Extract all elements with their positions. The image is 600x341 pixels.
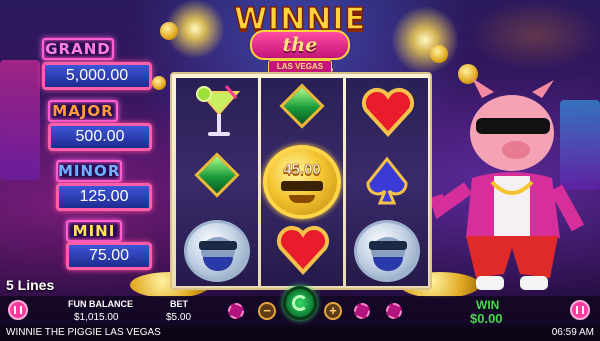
reel-symbol-pig-coin [346, 216, 428, 285]
win-value: $0.00 [470, 311, 503, 326]
reel-symbol-spade [346, 147, 428, 216]
game-scene: WINNIE the Piggie LAS VEGAS GRAND 5,000.… [0, 0, 600, 341]
background-palm-glow [470, 0, 600, 70]
heart-icon [277, 226, 329, 275]
reel-symbol-gold-coin: 45.00 [261, 145, 343, 219]
jackpot-grand-value: 5,000.00 [42, 62, 152, 90]
fun-balance-value: $1,015.00 [74, 312, 119, 323]
reel-frame: 45.00 [170, 72, 432, 290]
cocktail-icon [196, 85, 241, 136]
jackpot-minor-label: MINOR [56, 160, 122, 182]
paytable-chip-button[interactable] [386, 303, 402, 319]
settings-button[interactable] [570, 300, 590, 320]
bet-value: $5.00 [166, 312, 192, 323]
reel-symbol-cocktail [176, 78, 258, 147]
reel-symbol-heart [261, 216, 343, 285]
silver-pig-coin-icon [184, 220, 250, 282]
jackpot-grand-label: GRAND [42, 38, 114, 60]
turbo-chip-button[interactable] [354, 303, 370, 319]
floating-coin-1 [160, 22, 178, 40]
paylines-label: 5 Lines [6, 277, 55, 293]
diamond-icon [279, 83, 325, 129]
firework-right [385, 0, 465, 80]
bet-increase-button[interactable]: + [324, 302, 342, 320]
floating-coin-2 [430, 45, 448, 63]
jackpot-minor-value: 125.00 [56, 183, 152, 211]
winnie-pig-mascot [432, 78, 585, 290]
spin-arrow-icon [292, 295, 308, 311]
gold-pig-coin-icon: 45.00 [263, 145, 341, 219]
reel-symbol-diamond [261, 78, 343, 147]
reel-3 [346, 78, 428, 286]
jackpot-mini-value: 75.00 [66, 242, 152, 270]
diamond-icon [194, 152, 240, 198]
reel-2: 45.00 [261, 78, 343, 286]
win-label: WIN [476, 298, 500, 312]
autoplay-chip-button[interactable] [228, 303, 244, 319]
heart-icon [362, 88, 414, 137]
reel-symbol-pig-coin [176, 216, 258, 285]
jackpot-major-value: 500.00 [48, 123, 152, 151]
bet-label: BET [170, 299, 188, 309]
gold-coin-value: 45.00 [283, 161, 321, 179]
spin-button[interactable] [283, 286, 317, 320]
bottom-control-bar: FUN BALANCE $1,015.00 BET $5.00 − + WIN … [0, 286, 600, 326]
menu-button[interactable] [8, 300, 28, 320]
floating-coin-4 [152, 76, 166, 90]
background-neon-left [0, 60, 40, 180]
reel-1 [176, 78, 258, 286]
bet-decrease-button[interactable]: − [258, 302, 276, 320]
reel-symbol-diamond [176, 147, 258, 216]
silver-pig-coin-icon [354, 220, 420, 282]
logo-piggie-text: the Piggie [250, 30, 350, 82]
jackpot-mini-label: MINI [66, 220, 122, 242]
jackpot-major-label: MAJOR [48, 100, 118, 122]
reel-symbol-heart [346, 78, 428, 147]
footer-bar: WINNIE THE PIGGIE LAS VEGAS 06:59 AM [0, 326, 600, 341]
fun-balance-label: FUN BALANCE [68, 299, 133, 309]
game-title-footer: WINNIE THE PIGGIE LAS VEGAS [6, 327, 161, 338]
game-logo: WINNIE the Piggie LAS VEGAS [232, 1, 368, 82]
spade-icon [366, 156, 408, 205]
clock-display: 06:59 AM [551, 327, 594, 338]
